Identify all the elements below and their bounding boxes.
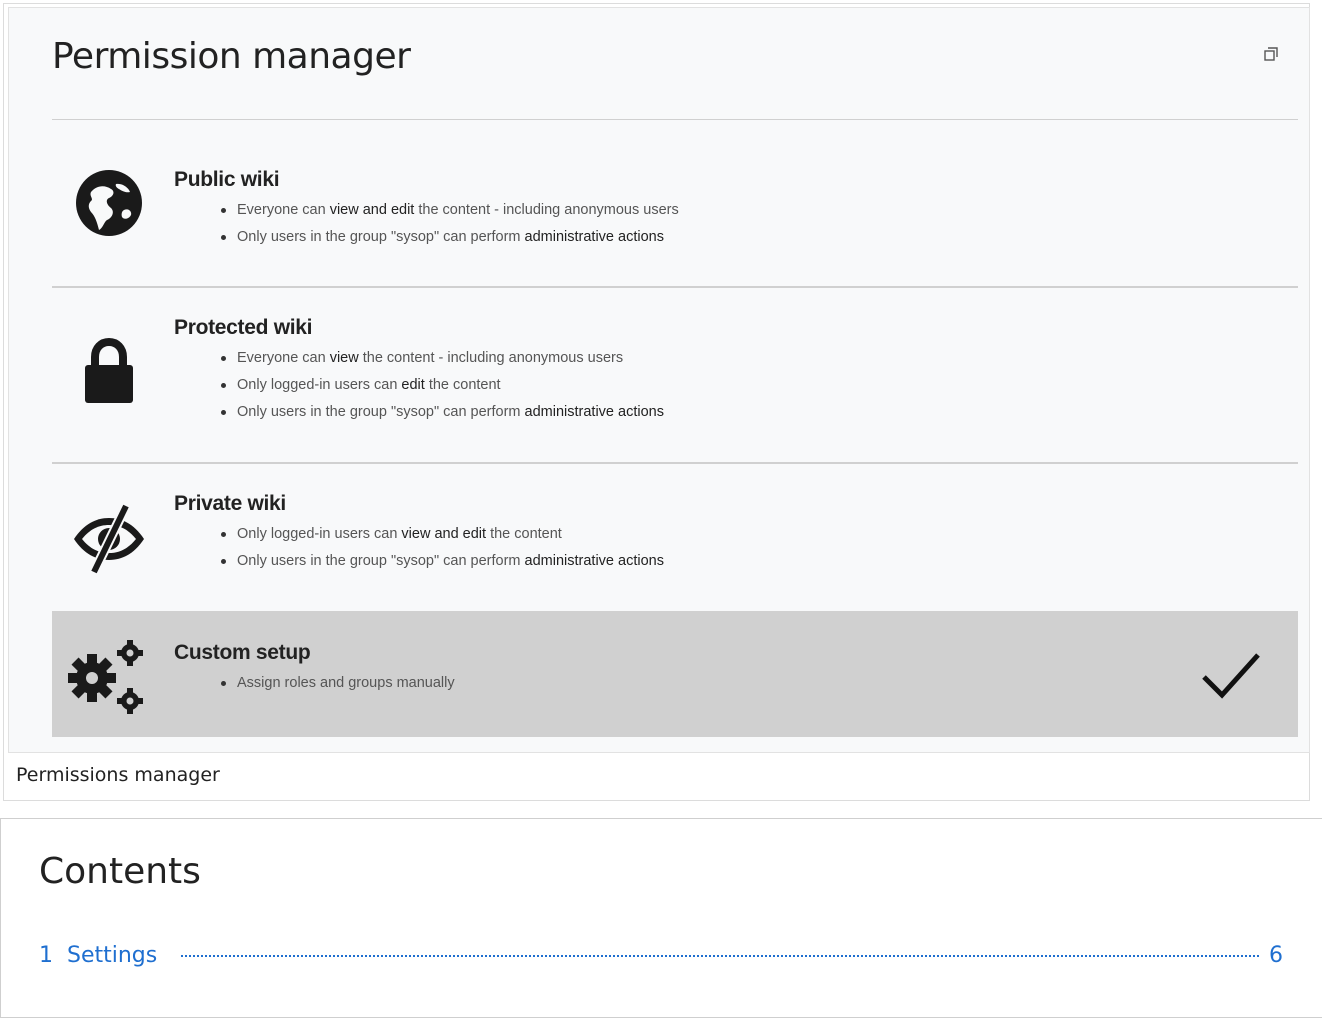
toc-entry-page: 6 [1269, 943, 1283, 968]
checkmark-icon [1202, 653, 1260, 699]
option-title: Private wiki [174, 492, 286, 515]
option-private-wiki[interactable]: Private wiki Only logged-in users can vi… [52, 472, 1298, 607]
option-title: Public wiki [174, 168, 280, 191]
option-divider [52, 462, 1298, 464]
option-features: Assign roles and groups manually [214, 670, 455, 697]
table-of-contents: Contents 1 Settings 6 [0, 818, 1322, 1018]
toc-entry-number: 1 [39, 943, 53, 968]
feature-item: Assign roles and groups manually [214, 670, 455, 697]
option-custom-setup[interactable]: Custom setup Assign roles and groups man… [52, 611, 1298, 737]
eye-slash-icon [74, 503, 144, 575]
feature-item: Only users in the group "sysop" can perf… [214, 548, 664, 575]
option-features: Everyone can view and edit the content -… [214, 197, 679, 251]
option-title: Protected wiki [174, 316, 313, 339]
image-figure: Permission manager Public wiki Everyone … [3, 3, 1310, 801]
option-public-wiki[interactable]: Public wiki Everyone can view and edit t… [52, 146, 1298, 281]
feature-item: Only logged-in users can view and edit t… [214, 521, 664, 548]
title-divider [52, 119, 1298, 120]
option-protected-wiki[interactable]: Protected wiki Everyone can view the con… [52, 296, 1298, 461]
toc-title: Contents [39, 851, 201, 892]
globe-icon [76, 170, 142, 236]
feature-item: Only users in the group "sysop" can perf… [214, 399, 664, 426]
feature-item: Everyone can view and edit the content -… [214, 197, 679, 224]
option-title: Custom setup [174, 641, 311, 664]
figure-caption: Permissions manager [16, 764, 220, 786]
gears-icon [68, 640, 143, 714]
toc-leader-dots [181, 955, 1259, 957]
toc-entry-settings[interactable]: 1 Settings 6 [39, 943, 1283, 973]
permission-manager-title: Permission manager [52, 36, 411, 77]
expand-icon[interactable] [1263, 46, 1279, 62]
option-divider [52, 286, 1298, 288]
feature-item: Everyone can view the content - includin… [214, 345, 664, 372]
toc-entry-label: Settings [67, 943, 158, 968]
option-features: Everyone can view the content - includin… [214, 345, 664, 426]
option-features: Only logged-in users can view and edit t… [214, 521, 664, 575]
feature-item: Only users in the group "sysop" can perf… [214, 224, 679, 251]
feature-item: Only logged-in users can edit the conten… [214, 372, 664, 399]
lock-icon [85, 337, 133, 403]
permission-manager-screenshot[interactable]: Permission manager Public wiki Everyone … [8, 7, 1310, 753]
